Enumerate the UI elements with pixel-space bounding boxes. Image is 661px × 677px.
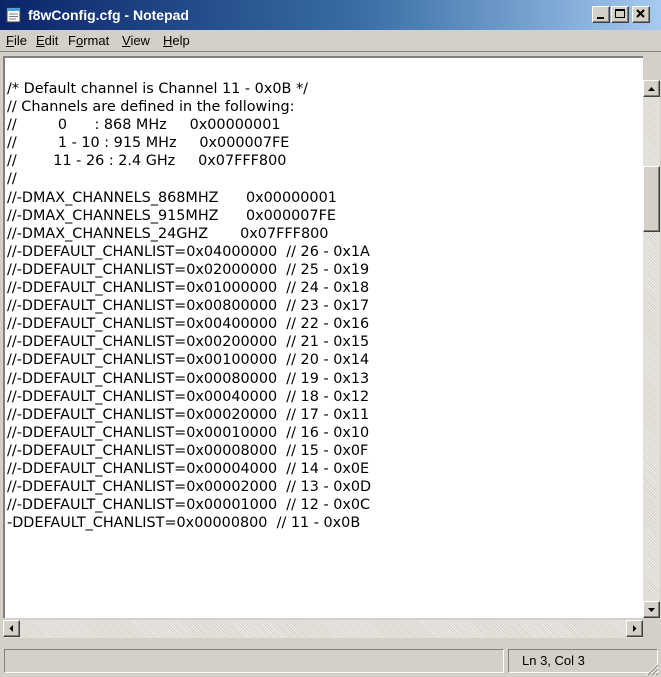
editor-line: //-DDEFAULT_CHANLIST=0x01000000 // 24 - … bbox=[7, 280, 370, 297]
editor-line: //-DDEFAULT_CHANLIST=0x00200000 // 21 - … bbox=[7, 334, 370, 351]
editor-line: //-DDEFAULT_CHANLIST=0x00004000 // 14 - … bbox=[7, 460, 370, 477]
editor-content[interactable]: /* Default channel is Channel 11 - 0x0B … bbox=[7, 80, 371, 532]
horizontal-scrollbar[interactable] bbox=[3, 620, 643, 638]
menu-help[interactable]: Help bbox=[163, 33, 190, 49]
cursor-position: Ln 3, Col 3 bbox=[522, 653, 585, 668]
minimize-button[interactable] bbox=[592, 6, 610, 23]
editor-line: // 1 - 10 : 915 MHz 0x000007FE bbox=[7, 135, 290, 152]
close-button[interactable] bbox=[632, 6, 650, 23]
menu-view[interactable]: View bbox=[122, 33, 150, 49]
editor-line: -DDEFAULT_CHANLIST=0x00000800 // 11 - 0x… bbox=[7, 515, 361, 532]
editor-line: //-DDEFAULT_CHANLIST=0x00080000 // 19 - … bbox=[7, 370, 370, 387]
title-bar[interactable]: f8wConfig.cfg - Notepad bbox=[0, 0, 661, 30]
status-pane-main bbox=[4, 649, 504, 673]
editor-line: // 11 - 26 : 2.4 GHz 0x07FFF800 bbox=[7, 153, 287, 170]
resize-grip-icon[interactable] bbox=[643, 660, 659, 676]
text-editor[interactable]: /* Default channel is Channel 11 - 0x0B … bbox=[3, 56, 643, 618]
menu-edit[interactable]: Edit bbox=[36, 33, 58, 49]
vertical-scroll-thumb[interactable] bbox=[643, 166, 660, 232]
vertical-scrollbar[interactable] bbox=[643, 80, 660, 618]
scroll-down-button[interactable] bbox=[643, 601, 660, 618]
editor-line: // Channels are defined in the following… bbox=[7, 99, 295, 116]
notepad-icon[interactable] bbox=[6, 6, 22, 23]
menu-format[interactable]: Format bbox=[68, 33, 109, 49]
arrow-left-icon bbox=[9, 625, 13, 632]
notepad-window: f8wConfig.cfg - Notepad File Edit Format… bbox=[0, 0, 661, 677]
arrow-right-icon bbox=[633, 625, 637, 632]
editor-line: //-DDEFAULT_CHANLIST=0x00020000 // 17 - … bbox=[7, 406, 370, 423]
status-pane-position: Ln 3, Col 3 bbox=[508, 649, 658, 673]
editor-line: //-DDEFAULT_CHANLIST=0x00001000 // 12 - … bbox=[7, 497, 371, 514]
scroll-up-button[interactable] bbox=[643, 80, 660, 97]
editor-line: //-DMAX_CHANNELS_24GHZ 0x07FFF800 bbox=[7, 225, 329, 242]
editor-line: //-DMAX_CHANNELS_915MHZ 0x000007FE bbox=[7, 207, 336, 224]
menu-file[interactable]: File bbox=[6, 33, 27, 49]
minimize-icon bbox=[597, 17, 604, 19]
status-bar: Ln 3, Col 3 bbox=[0, 640, 661, 677]
scroll-left-button[interactable] bbox=[3, 620, 20, 637]
editor-line: /* Default channel is Channel 11 - 0x0B … bbox=[7, 81, 308, 97]
editor-line: //-DDEFAULT_CHANLIST=0x00400000 // 22 - … bbox=[7, 316, 370, 333]
editor-line: //-DDEFAULT_CHANLIST=0x02000000 // 25 - … bbox=[7, 261, 370, 278]
editor-line: //-DDEFAULT_CHANLIST=0x00040000 // 18 - … bbox=[7, 388, 370, 405]
editor-line: //-DDEFAULT_CHANLIST=0x00010000 // 16 - … bbox=[7, 424, 370, 441]
close-icon bbox=[636, 9, 645, 18]
editor-line: //-DDEFAULT_CHANLIST=0x00002000 // 13 - … bbox=[7, 479, 372, 496]
maximize-button[interactable] bbox=[611, 6, 629, 23]
scroll-right-button[interactable] bbox=[626, 620, 643, 637]
editor-line: // bbox=[7, 171, 17, 188]
editor-line: //-DDEFAULT_CHANLIST=0x00100000 // 20 - … bbox=[7, 352, 370, 369]
arrow-up-icon bbox=[648, 87, 655, 91]
editor-line: //-DDEFAULT_CHANLIST=0x04000000 // 26 - … bbox=[7, 243, 370, 260]
maximize-icon bbox=[615, 9, 625, 18]
editor-line: // 0 : 868 MHz 0x00000001 bbox=[7, 117, 281, 134]
editor-line: //-DMAX_CHANNELS_868MHZ 0x00000001 bbox=[7, 189, 337, 206]
scrollbar-corner bbox=[643, 620, 660, 638]
editor-line: //-DDEFAULT_CHANLIST=0x00800000 // 23 - … bbox=[7, 298, 370, 315]
window-title: f8wConfig.cfg - Notepad bbox=[28, 7, 189, 23]
menu-bar: File Edit Format View Help bbox=[0, 30, 661, 52]
editor-line: //-DDEFAULT_CHANLIST=0x00008000 // 15 - … bbox=[7, 442, 369, 459]
arrow-down-icon bbox=[648, 608, 655, 612]
